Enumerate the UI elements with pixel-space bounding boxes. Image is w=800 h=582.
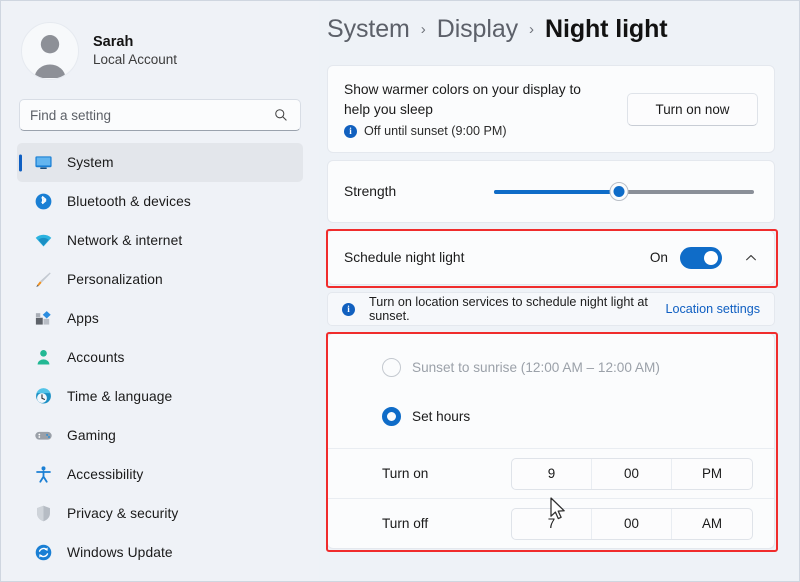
radio-option-set-hours[interactable]: Set hours (382, 399, 758, 434)
search-placeholder: Find a setting (30, 107, 112, 123)
night-light-intro-card: Show warmer colors on your display to he… (327, 65, 775, 153)
main-content: System › Display › Night light Show warm… (319, 1, 799, 581)
schedule-label: Schedule night light (344, 250, 465, 265)
account-name: Sarah (93, 34, 134, 50)
search-icon (274, 108, 290, 122)
sidebar-item-windows-update[interactable]: Windows Update (17, 533, 303, 572)
sidebar-item-bluetooth-devices[interactable]: Bluetooth & devices (17, 182, 303, 221)
sidebar-item-network-internet[interactable]: Network & internet (17, 221, 303, 260)
search-wrap: Find a setting (19, 99, 301, 131)
bluetooth-icon (33, 192, 53, 212)
turn-on-now-button[interactable]: Turn on now (627, 92, 758, 126)
radio-icon (382, 407, 401, 426)
account-block[interactable]: Sarah Local Account (11, 1, 309, 87)
slider-fill (494, 189, 619, 194)
update-refresh-icon (33, 543, 53, 563)
accessibility-icon (33, 465, 53, 485)
page-title: Night light (545, 15, 668, 43)
sidebar-item-label: Accounts (67, 350, 125, 365)
infobar-text: Turn on location services to schedule ni… (369, 295, 648, 323)
sidebar-item-label: Windows Update (67, 545, 173, 560)
sidebar-item-accounts[interactable]: Accounts (17, 338, 303, 377)
monitor-icon (33, 153, 53, 173)
chevron-right-icon: › (420, 21, 426, 38)
breadcrumb: System › Display › Night light (327, 1, 775, 65)
turn-off-time-picker: 7 00 AM (511, 507, 753, 540)
turn-on-row: Turn on 9 00 PM (328, 448, 774, 498)
account-type: Local Account (93, 52, 178, 68)
intro-status: i Off until sunset (9:00 PM) (344, 124, 615, 138)
radio-group: Sunset to sunrise (12:00 AM – 12:00 AM) … (328, 334, 774, 448)
intro-text: Show warmer colors on your display to he… (344, 80, 627, 138)
turn-on-time-picker: 9 00 PM (511, 457, 753, 490)
sidebar-item-label: Gaming (67, 428, 116, 443)
sidebar-item-apps[interactable]: Apps (17, 299, 303, 338)
sidebar-item-label: System (67, 155, 114, 170)
toggle-knob (704, 250, 718, 265)
turn-on-label: Turn on (382, 466, 429, 481)
turn-off-meridiem-field[interactable]: AM (672, 509, 752, 539)
sidebar-item-time-language[interactable]: Time & language (17, 377, 303, 416)
toggle-state-label: On (649, 250, 668, 265)
sidebar-item-gaming[interactable]: Gaming (17, 416, 303, 455)
turn-off-minute-field[interactable]: 00 (592, 508, 672, 539)
sidebar-item-label: Network & internet (67, 233, 183, 248)
strength-label: Strength (344, 184, 397, 199)
account-person-icon (33, 348, 53, 368)
search-input[interactable]: Find a setting (19, 99, 301, 131)
radio-label: Set hours (412, 409, 471, 424)
chevron-up-icon[interactable] (744, 251, 758, 265)
slider-thumb[interactable] (609, 182, 629, 201)
breadcrumb-system[interactable]: System (327, 15, 410, 44)
info-icon: i (344, 124, 357, 138)
schedule-options-panel: Sunset to sunrise (12:00 AM – 12:00 AM) … (327, 333, 775, 549)
settings-window: Sarah Local Account Find a setting Syste… (0, 0, 800, 582)
wifi-icon (33, 231, 53, 251)
schedule-night-light-card[interactable]: Schedule night light On (327, 230, 775, 285)
radio-option-sunset-to-sunrise[interactable]: Sunset to sunrise (12:00 AM – 12:00 AM) (382, 350, 758, 385)
intro-title: Show warmer colors on your display to he… (344, 82, 581, 117)
status-text: Off until sunset (9:00 PM) (364, 124, 507, 138)
sidebar-item-system[interactable]: System (17, 143, 303, 182)
chevron-right-icon: › (529, 21, 535, 38)
sidebar-item-personalization[interactable]: Personalization (17, 260, 303, 299)
sidebar-nav: System Bluetooth & devices Network & int… (11, 143, 309, 572)
paintbrush-icon (33, 270, 53, 290)
turn-on-hour-field[interactable]: 9 (512, 458, 592, 489)
sidebar: Sarah Local Account Find a setting Syste… (1, 1, 319, 581)
sidebar-item-label: Bluetooth & devices (67, 194, 191, 209)
sidebar-item-label: Privacy & security (67, 506, 179, 521)
strength-card: Strength (327, 160, 775, 223)
schedule-toggle[interactable] (680, 246, 722, 269)
turn-off-row: Turn off 7 00 AM (328, 498, 774, 548)
turn-on-meridiem-field[interactable]: PM (672, 459, 752, 489)
shield-icon (33, 504, 53, 524)
avatar (21, 22, 79, 80)
sidebar-item-label: Time & language (67, 389, 173, 404)
sidebar-item-label: Accessibility (67, 467, 144, 482)
turn-off-hour-field[interactable]: 7 (512, 508, 592, 539)
sidebar-item-privacy-security[interactable]: Privacy & security (17, 494, 303, 533)
turn-off-label: Turn off (382, 516, 429, 531)
breadcrumb-display[interactable]: Display (437, 15, 518, 44)
location-settings-link[interactable]: Location settings (665, 302, 760, 316)
location-services-infobar: i Turn on location services to schedule … (327, 292, 775, 326)
gamepad-icon (33, 426, 53, 446)
radio-icon (382, 358, 401, 377)
radio-label: Sunset to sunrise (12:00 AM – 12:00 AM) (412, 360, 660, 375)
sidebar-item-label: Apps (67, 311, 99, 326)
sidebar-item-accessibility[interactable]: Accessibility (17, 455, 303, 494)
turn-on-minute-field[interactable]: 00 (592, 458, 672, 489)
sidebar-item-label: Personalization (67, 272, 163, 287)
strength-slider[interactable] (494, 182, 754, 202)
person-avatar-icon (34, 35, 66, 78)
info-icon: i (342, 302, 355, 316)
clock-globe-icon (33, 387, 53, 407)
apps-icon (33, 309, 53, 329)
